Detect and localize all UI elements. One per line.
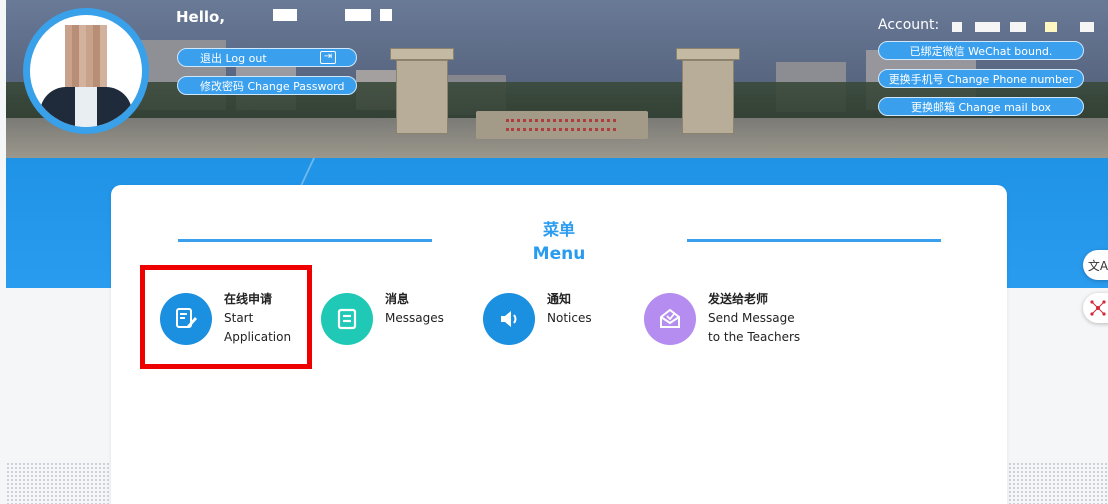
translate-icon: 文A — [1087, 258, 1108, 273]
extension-button[interactable] — [1083, 293, 1108, 323]
logout-icon: ⇥ — [320, 51, 336, 64]
change-phone-button[interactable]: 更换手机号 Change Phone number — [878, 69, 1084, 88]
change-password-button[interactable]: 修改密码 Change Password — [177, 76, 357, 95]
wechat-bound-button[interactable]: 已绑定微信 WeChat bound. — [878, 41, 1084, 60]
menu-item-label-en: to the Teachers — [708, 330, 801, 344]
redacted-name — [380, 9, 392, 21]
logout-button[interactable]: 退出 Log out ⇥ — [177, 48, 357, 67]
change-mail-label: 更换邮箱 Change mail box — [910, 100, 1052, 114]
menu-item-label-cn: 消息 — [385, 292, 410, 306]
menu-item-label-cn: 通知 — [547, 292, 572, 306]
account-label: Account: — [878, 17, 940, 33]
redacted-name — [273, 9, 297, 21]
menu-item-messages[interactable]: 消息 Messages — [321, 290, 444, 345]
user-avatar — [23, 8, 149, 134]
envelope-icon — [644, 293, 696, 345]
wechat-label: 已绑定微信 WeChat bound. — [909, 44, 1053, 58]
message-icon — [321, 293, 373, 345]
world-map-decoration — [6, 462, 110, 504]
menu-title-en: Menu — [532, 244, 586, 264]
redacted-account — [1010, 22, 1026, 32]
menu-item-send-message-teachers[interactable]: 发送给老师 Send Message to the Teachers — [644, 290, 800, 347]
change-phone-label: 更换手机号 Change Phone number — [888, 72, 1074, 86]
redacted-name — [345, 9, 371, 21]
menu-item-label-en: Send Message — [708, 311, 795, 325]
speaker-icon — [483, 293, 535, 345]
network-icon — [1090, 300, 1106, 316]
change-password-label: 修改密码 Change Password — [200, 79, 345, 93]
translate-button[interactable]: 文A — [1083, 250, 1108, 280]
menu-item-label-cn: 发送给老师 — [708, 292, 769, 306]
world-map-decoration — [1008, 462, 1108, 504]
redacted-account — [1045, 22, 1057, 32]
menu-title-cn: 菜单 — [542, 220, 575, 239]
highlight-box — [140, 265, 312, 369]
menu-item-label-en: Messages — [385, 311, 444, 325]
logout-label: 退出 Log out — [200, 51, 267, 65]
redacted-account — [975, 22, 1000, 32]
redacted-account — [952, 22, 962, 32]
change-mail-button[interactable]: 更换邮箱 Change mail box — [878, 97, 1084, 116]
menu-item-label-en: Notices — [547, 311, 592, 325]
menu-item-notices[interactable]: 通知 Notices — [483, 290, 592, 345]
redacted-account — [1080, 22, 1094, 32]
greeting-text: Hello, — [176, 8, 226, 26]
